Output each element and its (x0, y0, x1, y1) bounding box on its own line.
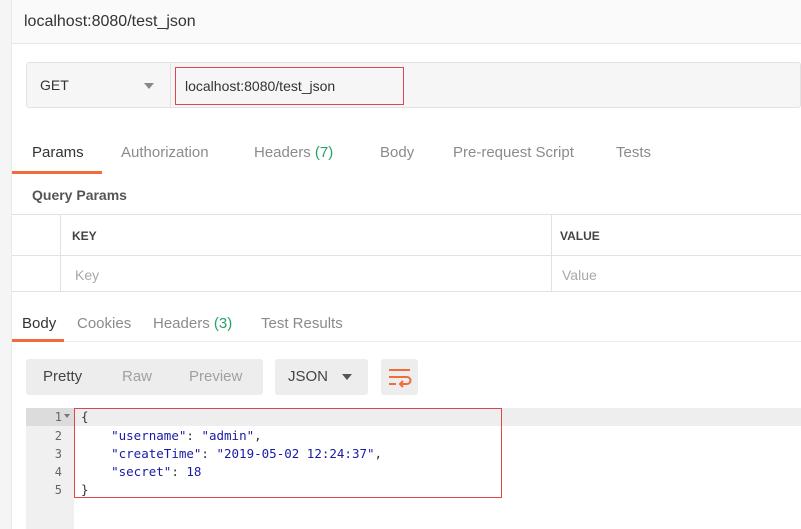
tab-pre-request-script[interactable]: Pre-request Script (453, 144, 574, 161)
raw-button[interactable]: Raw (122, 368, 152, 385)
request-title-bar: localhost:8080/test_json (12, 0, 801, 44)
view-mode-group: Pretty Raw Preview (26, 359, 263, 395)
json-value: "2019-05-02 12:24:37" (216, 446, 375, 461)
tab-label: Headers (254, 144, 311, 161)
param-value-input[interactable]: Value (562, 267, 597, 283)
json-key: "secret" (111, 464, 172, 479)
wrap-lines-button[interactable] (381, 359, 418, 395)
tab-label: Body (380, 144, 415, 161)
tab-label: Cookies (77, 315, 132, 332)
code-line: } (81, 481, 89, 499)
json-punct: , (254, 428, 262, 443)
line-number: 5 (54, 483, 62, 497)
preview-button[interactable]: Preview (189, 368, 242, 385)
response-body-editor[interactable]: 1 2 3 4 5 { "username": "admin", "create… (26, 408, 801, 529)
response-tabs: Body Cookies Headers (3) Test Results (12, 306, 801, 342)
tab-params[interactable]: Params (32, 144, 84, 161)
tab-tests[interactable]: Tests (616, 144, 651, 161)
line-number: 3 (54, 447, 62, 461)
active-response-tab-indicator (12, 339, 64, 342)
method-label: GET (40, 77, 69, 93)
tab-response-body[interactable]: Body (22, 315, 56, 332)
active-line-highlight (74, 408, 801, 426)
request-url-bar: GET (26, 62, 801, 108)
json-key: "username" (111, 428, 187, 443)
line-number-gutter: 1 2 3 4 5 (26, 408, 74, 529)
code-line: "username": "admin", (111, 428, 262, 443)
tab-body[interactable]: Body (380, 144, 414, 161)
tab-label: Pre-request Script (453, 144, 574, 161)
column-header-value: VALUE (560, 229, 600, 243)
json-key: "createTime" (111, 446, 202, 461)
tab-cookies[interactable]: Cookies (77, 315, 131, 332)
json-punct: } (81, 482, 89, 497)
tab-label: Authorization (121, 144, 209, 161)
active-tab-indicator (12, 171, 102, 174)
tab-response-headers[interactable]: Headers (3) (153, 315, 232, 332)
line-number: 2 (54, 429, 62, 443)
json-punct: { (81, 409, 89, 424)
left-sidebar-strip (0, 0, 12, 529)
tab-count: (7) (314, 144, 334, 161)
tab-label: Headers (153, 315, 210, 332)
tab-headers[interactable]: Headers (7) (254, 144, 333, 161)
query-params-table: KEY VALUE Key Value (12, 214, 801, 292)
tab-label: Params (32, 144, 84, 161)
tab-label: Tests (616, 144, 652, 161)
tab-authorization[interactable]: Authorization (121, 144, 209, 161)
json-value: "admin" (201, 428, 255, 443)
query-params-title: Query Params (32, 187, 127, 203)
tab-label: Test Results (261, 315, 343, 332)
chevron-down-icon (342, 374, 352, 380)
pretty-button[interactable]: Pretty (43, 368, 82, 385)
tab-count: (3) (213, 315, 233, 332)
format-select[interactable]: JSON (275, 359, 368, 395)
json-punct: , (374, 446, 383, 461)
request-tabs: Params Authorization Headers (7) Body Pr… (12, 136, 801, 174)
code-line: { (81, 408, 89, 426)
tab-label: Body (22, 315, 57, 332)
fold-arrow-icon[interactable] (64, 414, 70, 418)
param-key-input[interactable]: Key (75, 267, 99, 283)
wrap-lines-icon (389, 369, 412, 388)
tab-test-results[interactable]: Test Results (261, 315, 343, 332)
line-number: 4 (54, 465, 62, 479)
request-title: localhost:8080/test_json (24, 13, 196, 30)
code-line: "secret": 18 (111, 464, 202, 479)
url-input[interactable] (175, 67, 404, 105)
code-line: "createTime": "2019-05-02 12:24:37", (111, 446, 383, 461)
table-divider (551, 215, 552, 292)
table-divider (60, 215, 61, 292)
json-value: 18 (186, 464, 202, 479)
format-label: JSON (288, 368, 329, 385)
column-header-key: KEY (72, 229, 97, 243)
table-divider (12, 255, 801, 256)
method-select[interactable]: GET (27, 63, 171, 107)
chevron-down-icon (144, 83, 154, 89)
